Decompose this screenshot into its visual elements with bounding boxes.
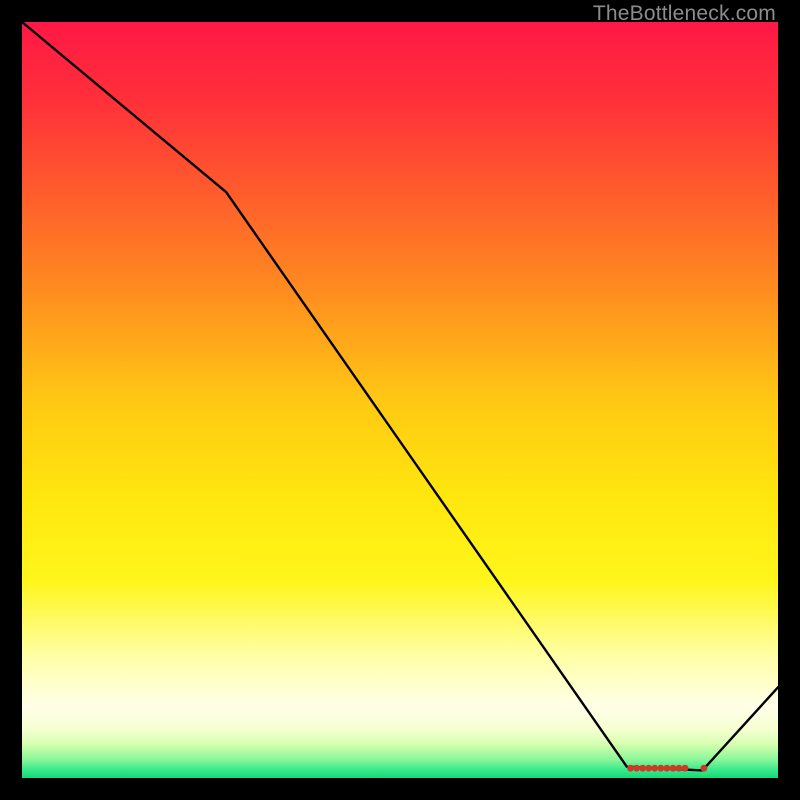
chart-marker [639, 765, 646, 772]
chart-marker [627, 765, 634, 772]
chart-marker [651, 765, 658, 772]
chart-frame [22, 22, 778, 778]
chart-marker [633, 765, 640, 772]
chart-marker [670, 765, 677, 772]
chart-marker [645, 765, 652, 772]
chart-background [22, 22, 778, 778]
chart-svg [22, 22, 778, 778]
chart-marker [663, 765, 670, 772]
chart-marker [676, 765, 683, 772]
chart-marker [682, 765, 689, 772]
chart-marker [701, 765, 708, 772]
chart-marker [657, 765, 664, 772]
